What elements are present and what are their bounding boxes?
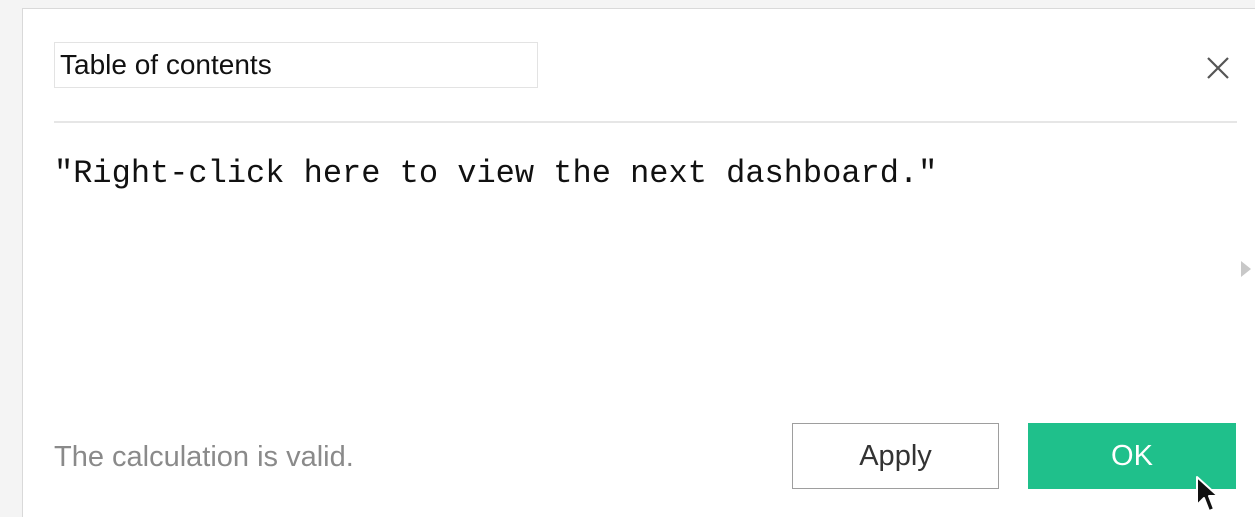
formula-editor[interactable]: "Right-click here to view the next dashb…	[54, 155, 937, 192]
calculation-name-field[interactable]	[54, 42, 538, 88]
calculation-dialog: "Right-click here to view the next dashb…	[22, 8, 1255, 517]
chevron-right-icon[interactable]	[1241, 261, 1251, 277]
close-icon	[1207, 57, 1229, 79]
apply-button[interactable]: Apply	[792, 423, 999, 489]
validation-status: The calculation is valid.	[54, 441, 354, 473]
close-button[interactable]	[1203, 53, 1233, 83]
mouse-pointer-icon	[1196, 476, 1219, 512]
header-divider	[54, 121, 1237, 123]
